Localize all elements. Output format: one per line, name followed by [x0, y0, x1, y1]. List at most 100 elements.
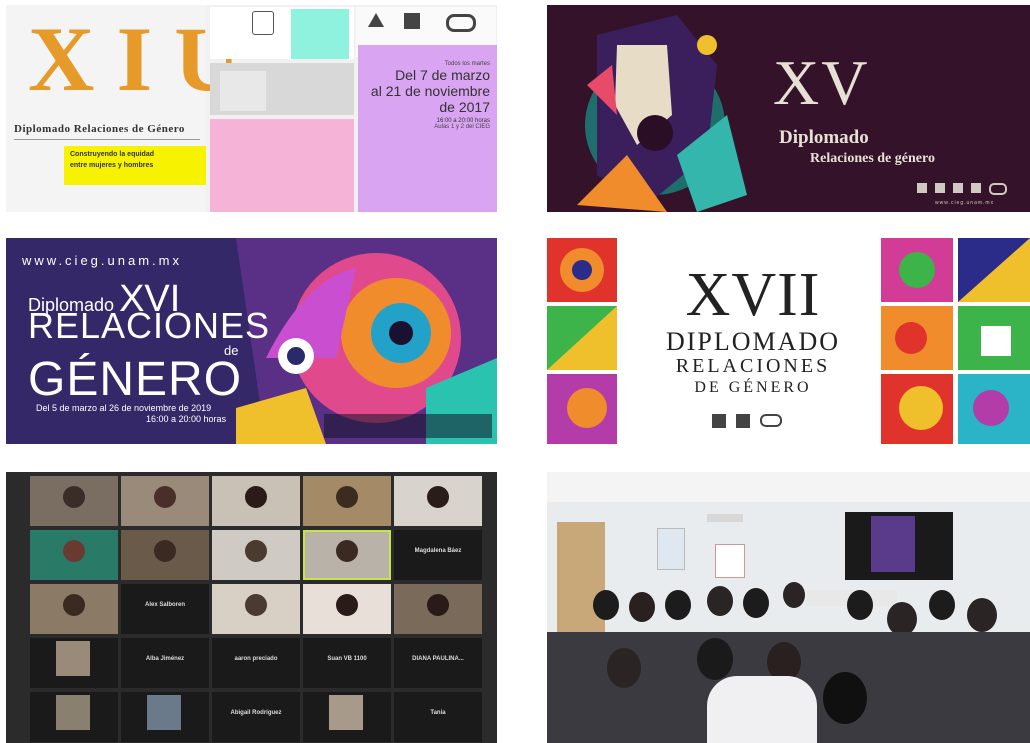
- video-tile: [30, 584, 118, 634]
- audience-member: [629, 592, 655, 622]
- participant-name: Magdalena Báez: [414, 548, 462, 554]
- relaciones-label: RELACIONES: [28, 305, 271, 346]
- logo-row: [707, 414, 787, 428]
- cc-logo-icon: [989, 183, 1007, 195]
- video-conference-grid: Magdalena Báez Alex Salboren Alba Jiméne…: [6, 472, 497, 743]
- video-tile: [212, 476, 300, 526]
- video-tile: Abigail Rodríguez: [212, 692, 300, 742]
- unam-logo-icon: [712, 414, 726, 428]
- genero-label: GÉNERO: [28, 353, 243, 406]
- audience-member: [743, 588, 769, 618]
- colorful-panels-left: [547, 238, 617, 444]
- cc-logo-icon: [446, 14, 476, 32]
- audience-member: [967, 598, 997, 632]
- video-tile: [394, 476, 482, 526]
- audience-member: [665, 590, 691, 620]
- participant-name: Alba Jiménez: [145, 656, 185, 662]
- video-tile: [212, 530, 300, 580]
- square-logo-icon: [404, 13, 420, 29]
- video-tile: Alex Salboren: [121, 584, 209, 634]
- poster-title: DIPLOMADO: [666, 327, 840, 356]
- audience-shirt: [707, 676, 817, 743]
- poster-xv: XV Diplomado Relaciones de género www.ci…: [547, 5, 1030, 212]
- audience-member: [697, 638, 733, 680]
- logo-row: [917, 183, 1025, 195]
- colorful-panels-right: [881, 238, 1030, 444]
- video-tile: Magdalena Báez: [394, 530, 482, 580]
- dates-line-1: Del 7 de marzo: [395, 67, 490, 83]
- participant-name: aaron preciado: [234, 656, 278, 662]
- video-tile: Tania: [394, 692, 482, 742]
- video-tile: Alba Jiménez: [121, 638, 209, 688]
- abstract-face-illustration: [577, 15, 747, 212]
- audience-member: [607, 648, 641, 688]
- poster-title-block: XVII DIPLOMADO RELACIONES DE GÉNERO: [633, 264, 873, 399]
- cc-logo-icon: [760, 414, 782, 427]
- tv-screen: [845, 512, 953, 580]
- poster-xvi: www.cieg.unam.mx Diplomado XVI RELACIONE…: [6, 238, 497, 444]
- video-tile: [394, 584, 482, 634]
- ceiling: [547, 472, 1030, 502]
- audience-member: [707, 586, 733, 616]
- poster-subtitle-2: DE GÉNERO: [694, 379, 812, 397]
- video-tile: [303, 692, 391, 742]
- poster-xiv: XIU Diplomado Relaciones de Género Const…: [6, 5, 497, 212]
- classroom-photo: [547, 472, 1030, 743]
- participant-name: Suan VB 1100: [327, 656, 367, 662]
- dates-line-3: de 2017: [439, 99, 490, 116]
- audience-member: [847, 590, 873, 620]
- video-tile: DIANA PAULINA...: [394, 638, 482, 688]
- participant-name: DIANA PAULINA...: [412, 656, 464, 662]
- cieg-logo-icon: [935, 183, 945, 193]
- hours-text: 16:00 a 20:00 horas: [146, 414, 227, 424]
- poster-subtitle: RELACIONES: [675, 355, 831, 378]
- video-tile: [121, 530, 209, 580]
- grey-inner-block: [220, 71, 266, 111]
- video-tile: [30, 530, 118, 580]
- audience-member: [823, 672, 867, 724]
- audience-member: [783, 582, 805, 608]
- dates-line-2: al 21 de noviembre: [370, 83, 490, 100]
- cieg-logo-icon: [736, 414, 750, 428]
- poster-numeral: XV: [773, 47, 870, 118]
- triangle-logo-icon: [953, 183, 963, 193]
- slogan-box: Construyendo la equidad entre mujeres y …: [64, 146, 206, 185]
- schedule-block: Todos los martes Del 7 de marzo al 21 de…: [358, 61, 490, 130]
- video-tile: [30, 692, 118, 742]
- room-text: Aulas 1 y 2 del CIEG: [434, 124, 490, 131]
- poster-numeral: XVII: [685, 261, 821, 329]
- square-logo-icon: [971, 183, 981, 193]
- poster-url: www.cieg.unam.mx: [22, 253, 182, 268]
- video-tile: [30, 638, 118, 688]
- pink-block: [210, 119, 354, 212]
- wall-poster: [657, 528, 685, 570]
- unam-logo-icon: [917, 183, 927, 193]
- slogan-line-2: entre mujeres y hombres: [70, 161, 154, 169]
- poster-subtitle: Relaciones de género: [810, 151, 935, 166]
- participant-name: Alex Salboren: [144, 602, 185, 608]
- logo-bar: [324, 414, 492, 438]
- participant-name: Abigail Rodríguez: [230, 710, 282, 716]
- video-tile-active: [303, 530, 391, 580]
- audience-member: [593, 590, 619, 620]
- video-tile: [212, 584, 300, 634]
- video-tile: [303, 476, 391, 526]
- participant-name: Tania: [430, 710, 446, 716]
- air-conditioner: [707, 514, 743, 522]
- unam-logo: [252, 11, 274, 35]
- video-tile: aaron preciado: [212, 638, 300, 688]
- video-tile: [30, 476, 118, 526]
- video-tile: [121, 476, 209, 526]
- poster-divider: [14, 139, 200, 140]
- poster-xvii: XVII DIPLOMADO RELACIONES DE GÉNERO: [547, 238, 1030, 444]
- dates-text: Del 5 de marzo al 26 de noviembre de 201…: [36, 403, 212, 413]
- audience-member: [929, 590, 955, 620]
- slogan-line-1: Construyendo la equidad: [70, 151, 155, 158]
- poster-title: Diplomado: [779, 127, 869, 148]
- video-tile: [121, 692, 209, 742]
- audience-member: [887, 602, 917, 636]
- video-tile: Suan VB 1100: [303, 638, 391, 688]
- poster-url: www.cieg.unam.mx: [935, 200, 995, 206]
- mint-block: [291, 9, 349, 59]
- video-tile: [303, 584, 391, 634]
